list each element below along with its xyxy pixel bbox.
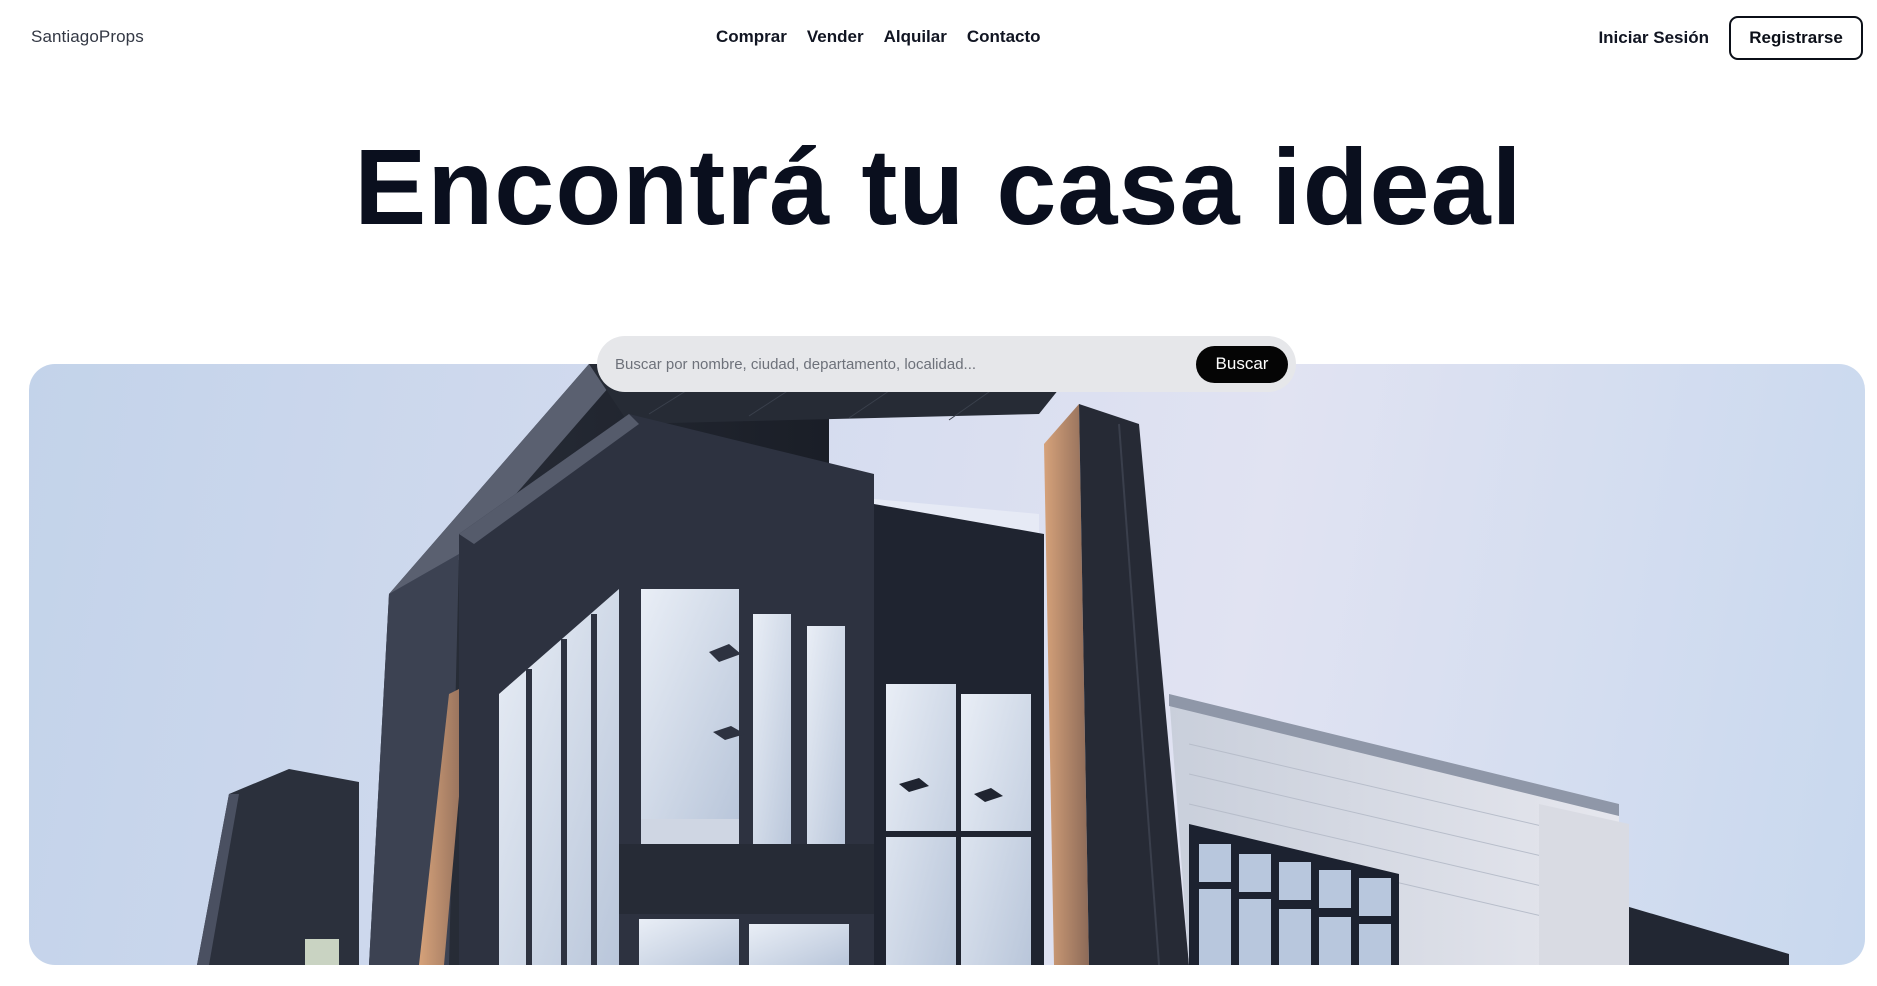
nav-alquilar[interactable]: Alquilar (884, 27, 947, 47)
nav-vender[interactable]: Vender (807, 27, 864, 47)
nav-contacto[interactable]: Contacto (967, 27, 1041, 47)
page: SantiagoProps Comprar Vender Alquilar Co… (0, 0, 1877, 986)
login-link[interactable]: Iniciar Sesión (1598, 28, 1709, 48)
building-photo-icon (197, 364, 1789, 965)
auth-actions: Iniciar Sesión Registrarse (1598, 16, 1863, 60)
main-nav: Comprar Vender Alquilar Contacto (716, 27, 1041, 47)
logo[interactable]: SantiagoProps (31, 27, 144, 47)
search-button[interactable]: Buscar (1196, 345, 1288, 383)
nav-comprar[interactable]: Comprar (716, 27, 787, 47)
register-button[interactable]: Registrarse (1729, 16, 1863, 60)
search-bar: Buscar (597, 336, 1296, 392)
site-header: SantiagoProps Comprar Vender Alquilar Co… (0, 0, 1877, 76)
hero-building-image (29, 364, 1865, 965)
search-input[interactable] (613, 354, 1196, 374)
hero-title: Encontrá tu casa ideal (354, 126, 1523, 247)
